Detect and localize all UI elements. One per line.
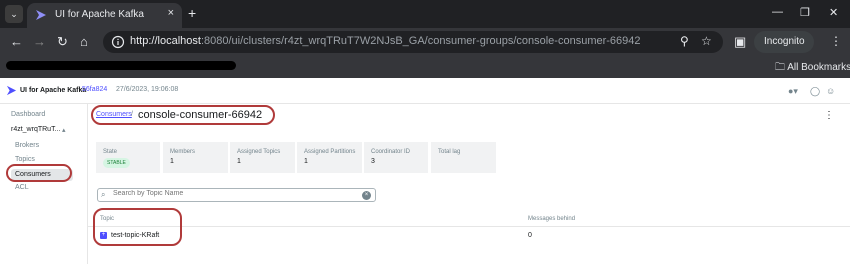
metric-label: Coordinator ID bbox=[371, 149, 411, 155]
user-menu-icon[interactable]: ●▾ bbox=[788, 86, 798, 97]
zoom-icon[interactable]: ⚲ bbox=[680, 34, 689, 48]
highlight-circle bbox=[93, 208, 182, 246]
build-date: 27/6/2023, 19:06:08 bbox=[116, 86, 179, 93]
address-bar[interactable]: http://localhost:8080/ui/clusters/r4zt_w… bbox=[103, 31, 723, 53]
cluster-collapse-icon[interactable]: ▴ bbox=[62, 126, 66, 134]
incognito-profile-button[interactable]: Incognito bbox=[754, 31, 814, 53]
metric-label: State bbox=[103, 149, 118, 155]
browser-menu-icon[interactable]: ⋮ bbox=[830, 34, 842, 48]
search-input[interactable] bbox=[113, 190, 353, 197]
search-icon: ⌕ bbox=[101, 190, 106, 199]
reload-icon[interactable]: ↻ bbox=[57, 34, 68, 50]
sidebar-item-dashboard[interactable]: Dashboard bbox=[11, 111, 45, 118]
highlight-circle bbox=[6, 164, 72, 182]
sidebar-item-brokers[interactable]: Brokers bbox=[15, 142, 39, 149]
restore-icon[interactable]: ❐ bbox=[800, 6, 810, 19]
tab-title: UI for Apache Kafka bbox=[55, 9, 144, 20]
metric-value: 1 bbox=[304, 158, 308, 165]
window-close-icon[interactable]: ✕ bbox=[829, 6, 838, 19]
all-bookmarks-button[interactable]: 🗀 All Bookmarks bbox=[775, 60, 850, 77]
back-arrow-icon[interactable]: ← bbox=[10, 34, 23, 50]
github-icon[interactable]: ◯ bbox=[810, 86, 820, 97]
app-header: UI for Apache Kafka 56fa824 27/6/2023, 1… bbox=[0, 78, 850, 104]
metric-value: 1 bbox=[170, 158, 174, 165]
actions-menu-icon[interactable]: ⋮ bbox=[824, 110, 834, 121]
all-bookmarks-label: All Bookmarks bbox=[787, 62, 850, 73]
minimize-icon[interactable]: — bbox=[772, 6, 783, 18]
sidebar-cluster-name[interactable]: r4zt_wrqTRuT... bbox=[11, 126, 60, 133]
tab-close-icon[interactable]: × bbox=[168, 7, 174, 19]
tab-search-chevron-icon[interactable]: ⌄ bbox=[5, 5, 23, 23]
app-name[interactable]: UI for Apache Kafka bbox=[20, 87, 86, 94]
clear-search-icon[interactable]: × bbox=[362, 191, 371, 200]
column-header-messages-behind: Messages behind bbox=[528, 216, 576, 222]
browser-toolbar: ← → ↻ ⌂ http://localhost:8080/ui/cluster… bbox=[0, 28, 850, 56]
bookmark-star-icon[interactable]: ☆ bbox=[701, 34, 712, 48]
metric-label: Total lag bbox=[438, 149, 461, 155]
table-row[interactable]: + test-topic-KRaft 0 bbox=[88, 227, 850, 247]
metric-coordinator-id: Coordinator ID 3 bbox=[364, 142, 428, 173]
home-icon[interactable]: ⌂ bbox=[80, 34, 88, 50]
metric-label: Assigned Partitions bbox=[304, 149, 356, 155]
incognito-label: Incognito bbox=[764, 36, 805, 47]
main-content: Consumers / console-consumer-66942 ⋮ Sta… bbox=[88, 104, 850, 264]
sidebar-item-topics[interactable]: Topics bbox=[15, 156, 35, 163]
url-host: http://localhost bbox=[130, 35, 201, 47]
kafka-ui-logo-icon[interactable] bbox=[6, 85, 17, 96]
highlight-circle bbox=[91, 105, 275, 125]
sidebar: Dashboard r4zt_wrqTRuT... ▴ Brokers Topi… bbox=[0, 104, 88, 264]
side-panel-icon[interactable]: ▣ bbox=[734, 34, 746, 50]
metric-members: Members 1 bbox=[163, 142, 228, 173]
version-link[interactable]: 56fa824 bbox=[82, 86, 107, 93]
messages-behind-value: 0 bbox=[528, 232, 532, 239]
metric-assigned-topics: Assigned Topics 1 bbox=[230, 142, 295, 173]
metrics-bar: State STABLE Members 1 Assigned Topics 1… bbox=[96, 142, 496, 173]
status-badge: STABLE bbox=[103, 158, 130, 168]
metric-label: Assigned Topics bbox=[237, 149, 281, 155]
kafka-ui-favicon-icon bbox=[36, 10, 46, 20]
new-tab-icon[interactable]: + bbox=[188, 5, 196, 21]
redacted-bookmarks bbox=[6, 61, 236, 70]
sidebar-item-acl[interactable]: ACL bbox=[15, 184, 29, 191]
url-path: :8080/ui/clusters/r4zt_wrqTRuT7W2NJsB_GA… bbox=[200, 35, 641, 47]
folder-icon: 🗀 bbox=[775, 62, 788, 73]
topic-search: ⌕ × bbox=[97, 188, 376, 202]
table-header: Topic Messages behind bbox=[88, 213, 850, 227]
browser-tab-bar: ⌄ UI for Apache Kafka × + — ❐ ✕ bbox=[0, 0, 850, 28]
discord-icon[interactable]: ☺ bbox=[826, 86, 835, 96]
url-text[interactable]: http://localhost:8080/ui/clusters/r4zt_w… bbox=[130, 35, 641, 47]
browser-tab[interactable]: UI for Apache Kafka × bbox=[27, 3, 182, 28]
metric-value: 1 bbox=[237, 158, 241, 165]
kafka-ui-page: UI for Apache Kafka 56fa824 27/6/2023, 1… bbox=[0, 78, 850, 264]
metric-total-lag: Total lag bbox=[431, 142, 496, 173]
metric-value: 3 bbox=[371, 158, 375, 165]
metric-assigned-partitions: Assigned Partitions 1 bbox=[297, 142, 362, 173]
bookmarks-bar: 🗀 All Bookmarks bbox=[0, 56, 850, 78]
metric-label: Members bbox=[170, 149, 196, 155]
site-info-icon[interactable] bbox=[111, 35, 125, 49]
forward-arrow-icon[interactable]: → bbox=[33, 34, 46, 50]
metric-state: State STABLE bbox=[96, 142, 160, 173]
